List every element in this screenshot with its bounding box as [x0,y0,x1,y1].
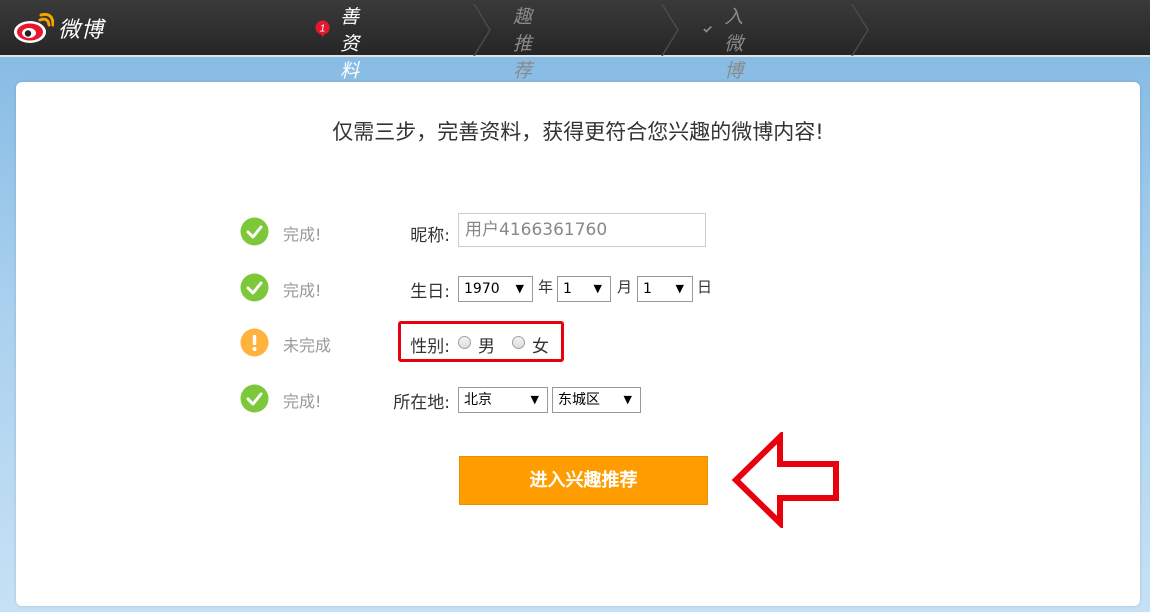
step-number-icon: 1 [315,20,330,37]
nickname-row: 完成! 昵称: 用户4166361760 [240,213,940,250]
step-complete-profile: 1 完善资料 [315,0,376,82]
birth-day-value: 1 [643,281,652,297]
step-label: 兴趣推荐 [513,0,533,82]
month-unit: 月 [617,278,633,296]
nickname-input[interactable]: 用户4166361760 [458,213,706,247]
year-unit: 年 [538,278,554,296]
birth-month-select[interactable]: 1 ▼ [557,276,611,302]
profile-card: 仅需三步，完善资料，获得更符合您兴趣的微博内容! 完成! 昵称: 用户41663… [16,82,1140,606]
birthday-row: 完成! 生日: 1970 ▼ 年 1 ▼ 月 1 ▼ 日 [240,270,940,306]
weibo-eye-icon [14,13,54,43]
birth-day-select[interactable]: 1 ▼ [637,276,693,302]
birth-month-value: 1 [563,281,572,297]
birth-year-value: 1970 [464,281,500,297]
gender-highlight-box [398,321,564,362]
weibo-logo[interactable]: 微博 [12,10,104,46]
enter-interest-recommend-button[interactable]: 进入兴趣推荐 [459,456,708,505]
birthday-label: 生日: [410,282,450,302]
dropdown-arrow-icon: ▼ [623,393,632,406]
chevron-separator-icon [851,4,869,56]
red-arrow-annotation-icon [731,432,839,528]
day-unit: 日 [697,278,713,296]
top-bar: 微博 1 完善资料 兴趣推荐 进入微博 [0,0,1150,82]
gender-row: 未完成 性别: 男 女 [240,325,940,361]
chevron-separator-icon [473,4,491,56]
dropdown-arrow-icon: ▼ [675,282,684,295]
location-label: 所在地: [393,393,450,413]
nickname-label: 昵称: [410,226,450,246]
step-interest-recommend: 兴趣推荐 [513,0,532,82]
district-select[interactable]: 东城区 ▼ [552,387,641,413]
step-label: 完善资料 [340,0,360,82]
province-select[interactable]: 北京 ▼ [458,387,548,413]
dropdown-arrow-icon: ▼ [530,393,539,406]
step-label: 进入微博 [724,0,744,82]
district-value: 东城区 [558,392,600,408]
check-icon [703,25,712,33]
logo-text: 微博 [58,18,105,43]
province-value: 北京 [464,392,492,408]
step-number: 1 [320,23,326,34]
birth-year-select[interactable]: 1970 ▼ [458,276,533,302]
dropdown-arrow-icon: ▼ [593,282,602,295]
dropdown-arrow-icon: ▼ [515,282,524,295]
page-headline: 仅需三步，完善资料，获得更符合您兴趣的微博内容! [332,120,824,144]
location-row: 完成! 所在地: 北京 ▼ 东城区 ▼ [240,381,940,417]
chevron-separator-icon [661,4,679,56]
step-enter-weibo: 进入微博 [703,0,756,82]
